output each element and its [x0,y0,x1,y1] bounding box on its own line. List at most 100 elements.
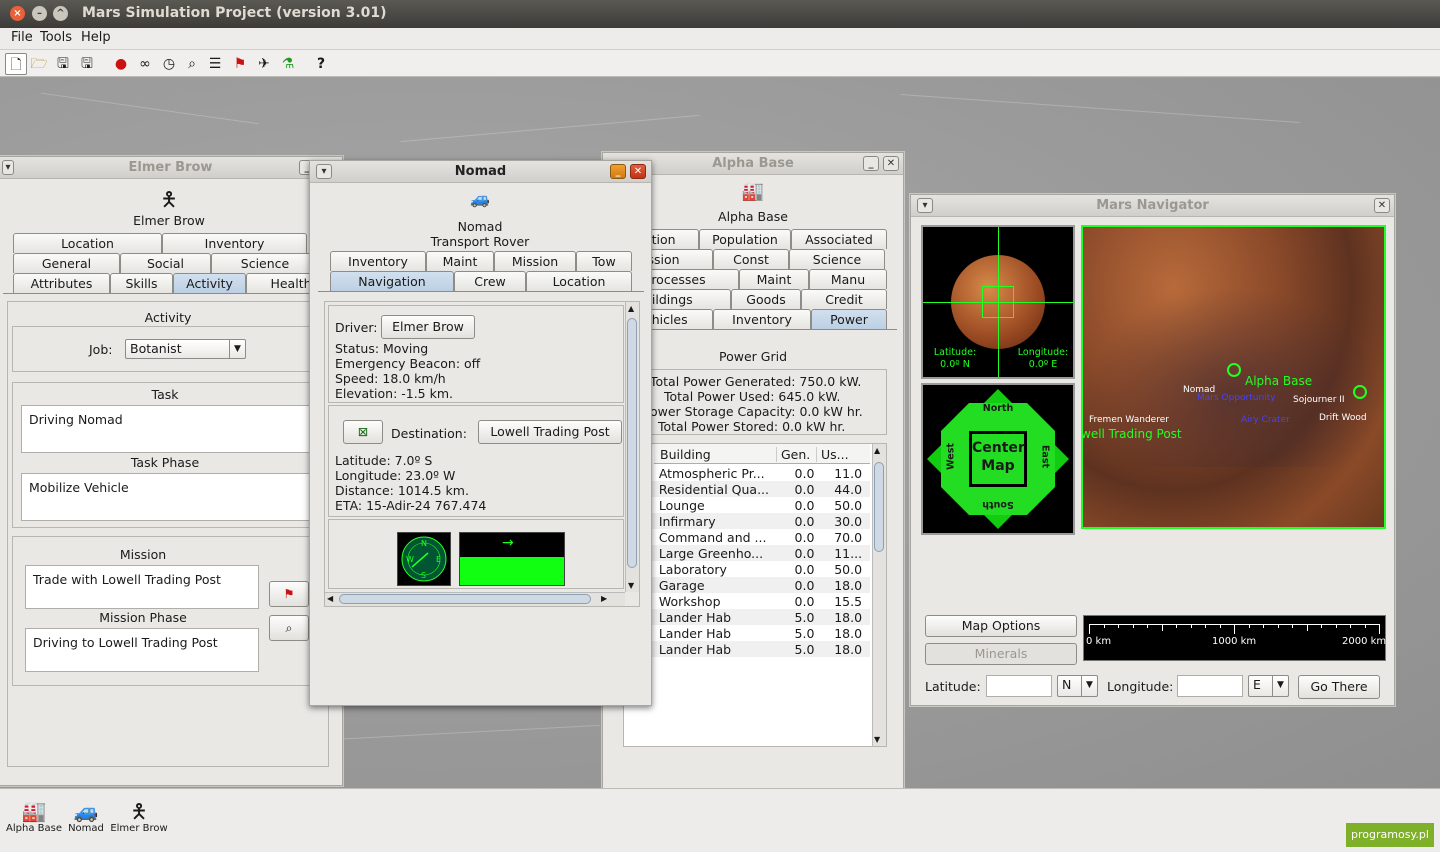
driver-button[interactable]: Elmer Brow [381,315,475,339]
tab-vehicles[interactable]: ehicles [643,309,713,329]
vertical-scrollbar[interactable]: ▲ ▼ [625,302,639,592]
clock-icon[interactable]: ◷ [158,53,180,75]
close-icon[interactable]: ✕ [883,156,899,171]
longitude-input[interactable] [1177,675,1243,697]
marker-drift-wood[interactable]: Drift Wood [1319,413,1367,423]
center-on-destination-button[interactable]: ⊠ [343,420,383,444]
new-icon[interactable]: 🗋 [5,53,27,75]
destination-button[interactable]: Lowell Trading Post [478,420,622,444]
marker-airy-crater[interactable]: Airy Crater [1241,415,1290,425]
window-menu-icon[interactable]: ▾ [917,198,933,213]
tab-inventory[interactable]: Inventory [162,233,307,253]
maximize-window-icon[interactable]: ^ [53,6,68,21]
tab-processes[interactable]: Processes [643,269,739,289]
tab-attributes[interactable]: Attributes [13,273,110,293]
tab-social[interactable]: Social [120,253,211,273]
tab-inventory[interactable]: Inventory [713,309,811,329]
save-icon[interactable]: 🖫 [52,53,74,75]
tab-crew[interactable]: Crew [454,271,526,291]
scroll-left-icon[interactable]: ◀ [327,594,333,603]
search-icon[interactable]: ⌕ [181,53,203,75]
save-as-icon[interactable]: 🖫 [76,53,98,75]
menu-help[interactable]: Help [81,30,111,45]
table-scrollbar[interactable]: ▲ ▼ [872,444,886,746]
scroll-up-icon[interactable]: ▲ [628,304,634,313]
taskbar-elmer-brow[interactable]: 🯅 Elmer Brow [110,799,168,834]
col-use[interactable]: Us... [816,447,856,462]
binoculars-icon[interactable]: ∞ [134,53,156,75]
table-row[interactable]: Lander Hab 5.0 18.0 [634,625,870,641]
tab-power[interactable]: Power [811,309,887,329]
table-row[interactable]: Lander Hab 5.0 18.0 [634,641,870,657]
longitude-direction-select[interactable]: E ▼ [1248,675,1289,697]
window-menu-icon[interactable]: ▾ [316,164,332,179]
tab-associated[interactable]: Associated [791,229,887,249]
north-button[interactable]: North [923,403,1073,414]
mars-icon[interactable]: ● [110,53,132,75]
tab-goods[interactable]: Goods [731,289,801,309]
table-row[interactable]: Infirmary 0.0 30.0 [634,513,870,529]
scroll-thumb[interactable] [874,462,884,552]
horizontal-scrollbar[interactable]: ◀ ▶ [325,592,625,606]
table-row[interactable]: Workshop 0.0 15.5 [634,593,870,609]
mission-search-button[interactable]: ⌕ [269,615,309,641]
minimize-icon[interactable]: _ [610,164,626,179]
table-row[interactable]: Large Greenho... 0.0 11... [634,545,870,561]
tab-tow[interactable]: Tow [576,251,632,271]
close-window-icon[interactable]: × [10,6,25,21]
col-building[interactable]: Building [660,447,774,462]
marker-fremen[interactable]: Fremen Wanderer [1089,415,1169,425]
east-button[interactable]: East [1040,437,1051,477]
flask-icon[interactable]: ⚗ [277,53,299,75]
minimize-window-icon[interactable]: – [32,6,47,21]
south-button[interactable]: South [923,499,1073,510]
open-icon[interactable]: 🗁 [28,53,50,75]
marker-lowell[interactable]: well Trading Post [1083,427,1182,441]
go-there-button[interactable]: Go There [1298,675,1380,699]
latitude-input[interactable] [986,675,1052,697]
menu-file[interactable]: File [11,30,33,45]
table-row[interactable]: Lounge 0.0 50.0 [634,497,870,513]
scroll-up-icon[interactable]: ▲ [874,446,880,455]
navigator-icon[interactable]: ✈ [253,53,275,75]
minerals-button[interactable]: Minerals [925,643,1077,665]
tab-credit[interactable]: Credit [801,289,887,309]
center-map-button-line2[interactable]: Map [972,458,1024,474]
table-row[interactable]: Command and ... 0.0 70.0 [634,529,870,545]
latitude-direction-select[interactable]: N ▼ [1057,675,1098,697]
table-row[interactable]: Residential Qua... 0.0 44.0 [634,481,870,497]
help-icon[interactable]: ? [310,53,332,75]
tab-buildings[interactable]: uildings [643,289,731,309]
marker-sojourner[interactable]: Sojourner II [1293,395,1345,405]
col-gen[interactable]: Gen. [776,447,816,462]
list-icon[interactable]: ☰ [204,53,226,75]
close-icon[interactable]: ✕ [630,164,646,179]
tab-activity[interactable]: Activity [173,273,246,293]
surface-map[interactable]: Alpha Base Nomad Mars Opportunity Sojour… [1081,225,1386,529]
taskbar-alpha-base[interactable]: 🏭 Alpha Base [6,799,62,834]
tab-inventory[interactable]: Inventory [330,251,426,271]
center-map-button[interactable]: Center [972,440,1025,456]
tab-population[interactable]: Population [699,229,791,249]
tab-location[interactable]: Location [13,233,162,253]
close-icon[interactable]: ✕ [1374,198,1390,213]
table-row[interactable]: Lander Hab 5.0 18.0 [634,609,870,625]
tab-location[interactable]: Location [526,271,632,291]
window-menu-icon[interactable]: ▾ [2,160,14,175]
tab-const[interactable]: Const [713,249,789,269]
tab-maint[interactable]: Maint [426,251,494,271]
mission-flag-button[interactable]: ⚑ [269,581,309,607]
tab-mission[interactable]: ission [643,249,713,269]
tab-science[interactable]: Science [789,249,885,269]
map-options-button[interactable]: Map Options [925,615,1077,637]
marker-alpha-base[interactable]: Alpha Base [1245,374,1312,388]
tab-manu[interactable]: Manu [809,269,887,289]
table-row[interactable]: Laboratory 0.0 50.0 [634,561,870,577]
globe-view[interactable]: Latitude: 0.0º N Longitude: 0.0º E [921,225,1075,379]
scroll-down-icon[interactable]: ▼ [874,735,880,744]
scroll-down-icon[interactable]: ▼ [628,581,634,590]
tab-skills[interactable]: Skills [110,273,173,293]
job-select[interactable]: Botanist ▼ [125,339,246,359]
scroll-thumb[interactable] [627,318,637,568]
minimize-icon[interactable]: _ [863,156,879,171]
